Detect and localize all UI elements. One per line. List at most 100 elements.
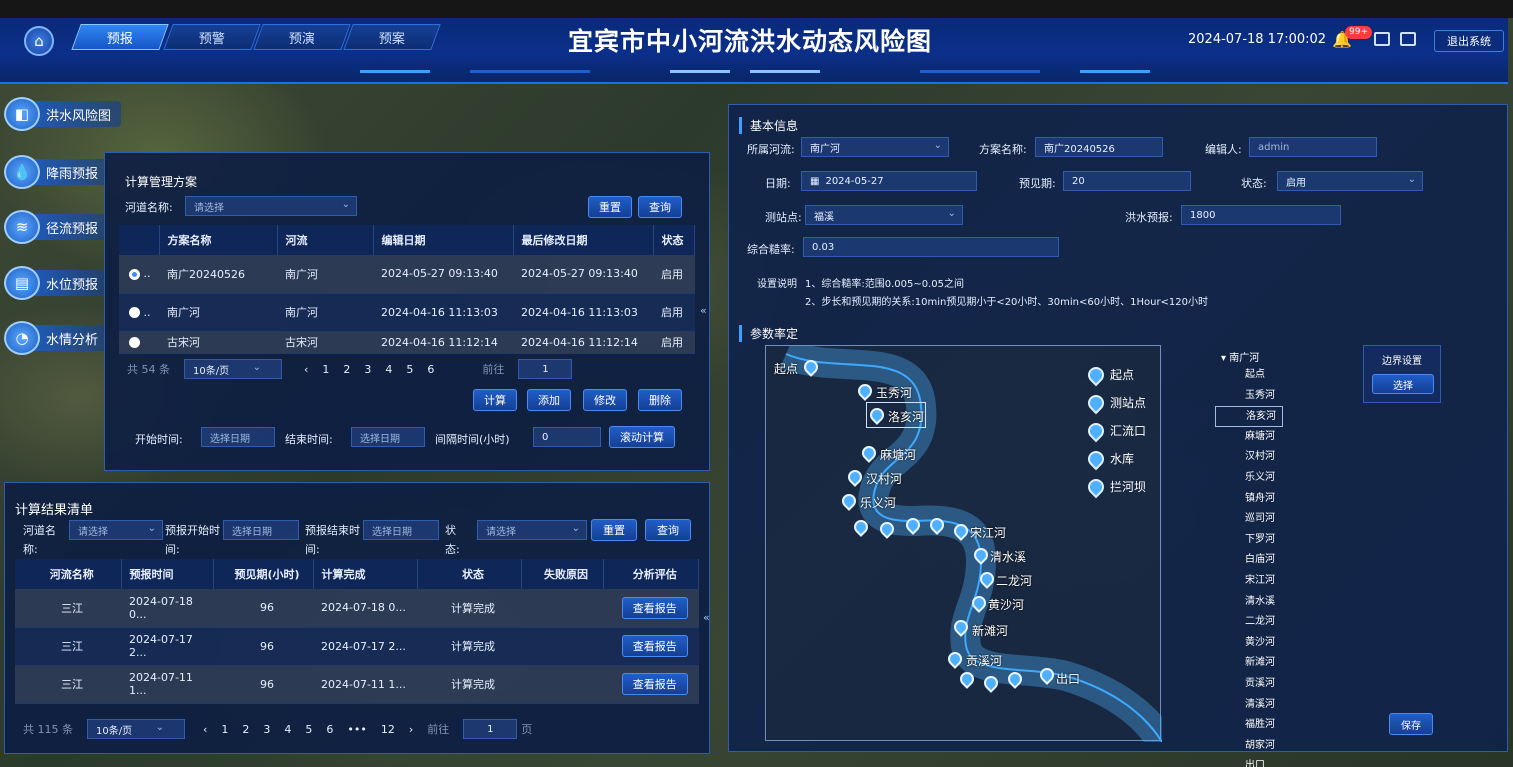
goto-page-input[interactable]: 1	[463, 719, 518, 739]
tree-item[interactable]: 白庙河	[1245, 550, 1283, 571]
view-report-button[interactable]: 查看报告	[621, 673, 688, 695]
river-select[interactable]: 南广河 ⌄	[801, 137, 949, 157]
legend-dam: 拦河坝	[1084, 475, 1146, 498]
collapse-arrow-icon[interactable]: «	[703, 611, 710, 624]
page-number[interactable]: 2	[343, 363, 350, 376]
map-label: 二龙河	[996, 574, 1033, 588]
roughness-input[interactable]: 0.03	[803, 237, 1059, 257]
tree-item[interactable]: 巡司河	[1245, 509, 1283, 530]
page-size-select[interactable]: 10条/页 ⌄	[184, 359, 282, 379]
station-select[interactable]: 福溪 ⌄	[805, 205, 963, 225]
tree-item[interactable]: 出口	[1245, 756, 1283, 767]
reset-button[interactable]: 重置	[591, 519, 637, 541]
query-button[interactable]: 查询	[645, 519, 691, 541]
view-report-button[interactable]: 查看报告	[621, 596, 688, 619]
view-report-button[interactable]: 查看报告	[621, 635, 688, 657]
editor-input[interactable]: admin	[1249, 137, 1377, 157]
prev-page-icon[interactable]: ‹	[203, 723, 207, 736]
page-number[interactable]: 3	[263, 723, 270, 736]
tree-item[interactable]: 麻塘河	[1245, 427, 1283, 448]
status-select[interactable]: 启用 ⌄	[1277, 171, 1423, 191]
page-number[interactable]: 1	[221, 723, 228, 736]
flood-input[interactable]: 1800	[1181, 205, 1341, 225]
sidebar-item-water-analysis[interactable]: ◔ 水情分析	[4, 321, 109, 355]
page-number[interactable]: 1	[322, 363, 329, 376]
page-number[interactable]: 3	[364, 363, 371, 376]
select-button[interactable]: 选择	[1372, 374, 1434, 394]
period-input[interactable]: 20	[1063, 171, 1191, 191]
page-size-select[interactable]: 10条/页 ⌄	[87, 719, 185, 739]
reset-button[interactable]: 重置	[588, 196, 632, 218]
briefcase-icon[interactable]	[1400, 32, 1416, 46]
tree-item[interactable]: 清水溪	[1245, 592, 1283, 613]
tree-item[interactable]: 汉村河	[1245, 447, 1283, 468]
page-ellipsis[interactable]: •••	[347, 723, 366, 736]
river-tree-head[interactable]: ▾ 南广河	[1221, 349, 1259, 364]
sidebar-item-water-level[interactable]: ▤ 水位预报	[4, 266, 109, 300]
next-page-icon[interactable]: ›	[409, 723, 413, 736]
tree-item[interactable]: 二龙河	[1245, 612, 1283, 633]
page-number[interactable]: 2	[242, 723, 249, 736]
tab-plan[interactable]: 预案	[343, 24, 441, 50]
tab-warning[interactable]: 预警	[163, 24, 261, 50]
status-select[interactable]: 请选择 ⌄	[477, 520, 587, 540]
calculate-button[interactable]: 计算	[473, 389, 517, 411]
tree-item[interactable]: 胡家河	[1245, 736, 1283, 757]
tree-item-selected[interactable]: 洛亥河	[1215, 406, 1283, 427]
tab-forecast[interactable]: 预报	[71, 24, 169, 50]
date-picker[interactable]: ▦ 2024-05-27	[801, 171, 977, 191]
table-row[interactable]: .. 南广20240526 南广河 2024-05-27 09:13:40 2024-0…	[119, 255, 695, 294]
roll-calc-button[interactable]: 滚动计算	[609, 426, 675, 448]
sidebar-item-runoff-forecast[interactable]: ≋ 径流预报	[4, 210, 109, 244]
home-icon[interactable]: ⌂	[24, 26, 54, 56]
page-number[interactable]: 5	[406, 363, 413, 376]
goto-page-input[interactable]: 1	[518, 359, 573, 379]
forecast-end-picker[interactable]: 选择日期	[363, 520, 439, 540]
tree-item[interactable]: 乐义河	[1245, 468, 1283, 489]
tab-rehearsal[interactable]: 预演	[253, 24, 351, 50]
table-row[interactable]: 古宋河 古宋河 2024-04-16 11:12:14 2024-04-16 11:1…	[119, 331, 695, 354]
river-select[interactable]: 请选择 ⌄	[185, 196, 357, 216]
page-number[interactable]: 4	[385, 363, 392, 376]
tree-item[interactable]: 黄沙河	[1245, 633, 1283, 654]
save-button[interactable]: 保存	[1389, 713, 1433, 735]
radio-button[interactable]	[129, 337, 140, 348]
tree-item[interactable]: 下罗河	[1245, 530, 1283, 551]
radio-button[interactable]	[129, 268, 140, 280]
prev-page-icon[interactable]: ‹	[304, 363, 308, 376]
logout-button[interactable]: 退出系统	[1434, 30, 1504, 52]
interval-input[interactable]: 0	[533, 427, 601, 447]
page-number[interactable]: 5	[305, 723, 312, 736]
forecast-start-picker[interactable]: 选择日期	[223, 520, 299, 540]
page-number[interactable]: 6	[427, 363, 434, 376]
river-select[interactable]: 请选择 ⌄	[69, 520, 163, 540]
pagination: 共 115 条 10条/页 ⌄ ‹ 1 2 3 4 5 6 ••• 12 › 前往…	[23, 719, 546, 739]
window-icon[interactable]	[1374, 32, 1390, 46]
page-number[interactable]: 12	[381, 723, 395, 736]
sidebar-item-flood-map[interactable]: ◧ 洪水风险图	[4, 97, 122, 131]
radio-button[interactable]	[129, 307, 140, 318]
tree-item[interactable]: 新滩河	[1245, 653, 1283, 674]
legend-start: 起点	[1084, 363, 1134, 386]
edit-button[interactable]: 修改	[583, 389, 627, 411]
delete-button[interactable]: 删除	[638, 389, 682, 411]
tree-item[interactable]: 贡溪河	[1245, 674, 1283, 695]
tree-item[interactable]: 镇舟河	[1245, 489, 1283, 510]
plan-name-input[interactable]: 南广20240526	[1035, 137, 1163, 157]
end-date-picker[interactable]: 选择日期	[351, 427, 425, 447]
tree-item[interactable]: 玉秀河	[1245, 386, 1283, 407]
add-button[interactable]: 添加	[527, 389, 571, 411]
tree-item[interactable]: 宋江河	[1245, 571, 1283, 592]
sidebar-item-rain-forecast[interactable]: 💧 降雨预报	[4, 155, 109, 189]
chevron-down-icon: ⌄	[341, 199, 350, 210]
query-button[interactable]: 查询	[638, 196, 682, 218]
tree-item[interactable]: 福胜河	[1245, 715, 1283, 736]
page-number[interactable]: 6	[326, 723, 333, 736]
tree-item[interactable]: 清溪河	[1245, 695, 1283, 716]
tree-item[interactable]: 起点	[1245, 365, 1283, 386]
start-date-picker[interactable]: 选择日期	[201, 427, 275, 447]
table-row[interactable]: .. 南广河 南广河 2024-04-16 11:13:03 2024-04-16 11…	[119, 293, 695, 332]
collapse-arrow-icon[interactable]: «	[700, 304, 707, 317]
river-map[interactable]: 起点 玉秀河 洛亥河 麻塘河 汉村河 乐义河 宋江河 清水溪 二龙河 黄沙河 新…	[765, 345, 1162, 742]
page-number[interactable]: 4	[284, 723, 291, 736]
